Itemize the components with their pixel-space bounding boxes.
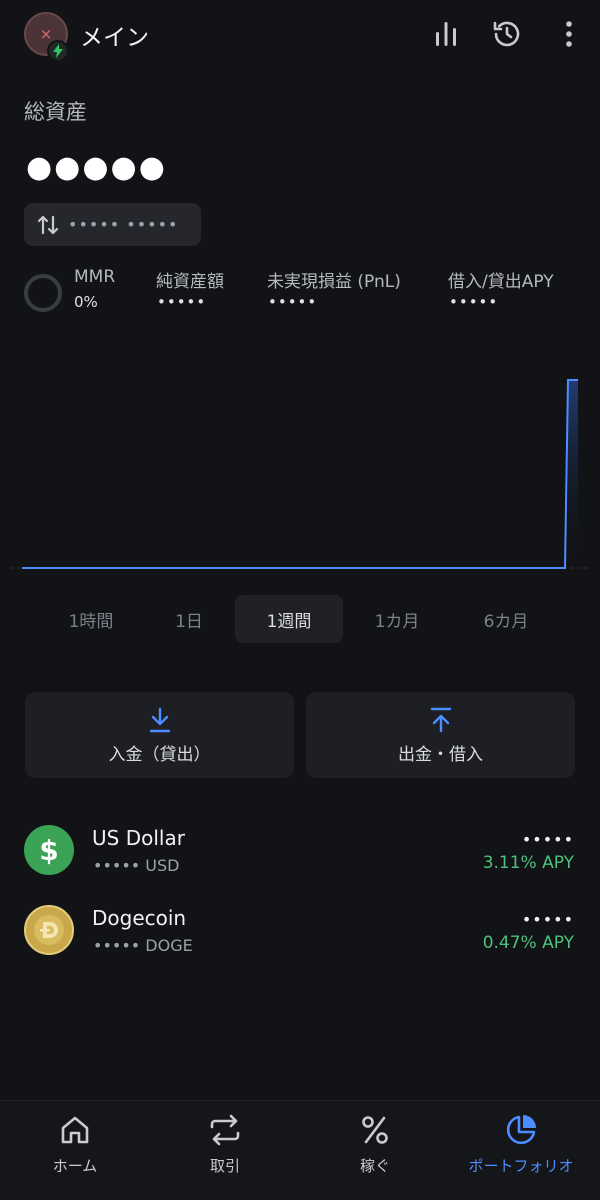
asset-name-doge[interactable]: Dogecoin (92, 906, 186, 930)
pie-chart-icon (506, 1115, 536, 1145)
chart-area (568, 380, 578, 568)
asset-name-usd[interactable]: US Dollar (92, 826, 185, 850)
asset-amount-doge: ••••• DOGE (93, 936, 193, 955)
deposit-button[interactable]: 入金（貸出） (25, 692, 294, 778)
stat-value-mmr: 0% (74, 293, 98, 311)
dollar-icon: $ (24, 825, 74, 875)
bottom-navigation: ホーム 取引 稼ぐ ポートフォリオ (0, 1100, 600, 1200)
stat-label-pnl: 未実現損益 (PnL) (267, 272, 401, 292)
avatar-mark-icon: × (39, 24, 53, 43)
swap-vertical-icon (37, 215, 59, 234)
percent-icon (362, 1116, 388, 1144)
range-1w[interactable]: 1週間 (235, 595, 343, 643)
nav-home-label: ホーム (52, 1157, 98, 1175)
withdraw-label: 出金・借入 (398, 744, 483, 765)
nav-home[interactable]: ホーム (0, 1113, 150, 1189)
deposit-label: 入金（貸出） (108, 744, 211, 765)
nav-earn-label: 稼ぐ (359, 1157, 390, 1175)
stats-icon[interactable] (429, 17, 463, 51)
stat-label-apy: 借入/貸出APY (448, 272, 554, 292)
range-6m[interactable]: 6カ月 (452, 595, 560, 643)
lightning-icon (47, 40, 69, 62)
asset-apy-doge: 0.47% APY (482, 933, 574, 953)
stat-label-mmr: MMR (74, 267, 116, 287)
more-icon[interactable] (552, 17, 586, 51)
asset-value-usd: ••••• (521, 830, 574, 849)
home-icon (61, 1116, 89, 1144)
time-range-selector: 1時間 1日 1週間 1カ月 6カ月 (0, 595, 600, 643)
total-assets-label: 総資産 (24, 100, 87, 124)
withdraw-button[interactable]: 出金・借入 (306, 692, 575, 778)
stat-value-apy: ••••• (449, 293, 499, 311)
range-1m[interactable]: 1カ月 (343, 595, 451, 643)
portfolio-chart (10, 379, 590, 569)
nav-trade[interactable]: 取引 (150, 1113, 300, 1189)
range-1d[interactable]: 1日 (135, 595, 243, 643)
asset-amount-usd: ••••• USD (93, 856, 180, 875)
upload-icon (430, 707, 451, 732)
account-title[interactable]: メイン (80, 18, 149, 52)
total-assets-value: ●●●●● (26, 150, 167, 185)
nav-portfolio-label: ポートフォリオ (468, 1157, 574, 1175)
asset-value-doge: ••••• (521, 910, 574, 929)
history-icon[interactable] (490, 17, 524, 51)
asset-apy-usd: 3.11% APY (482, 853, 574, 873)
stat-value-pnl: ••••• (268, 293, 318, 311)
dogecoin-icon (24, 905, 74, 955)
change-toggle[interactable]: ••••• ••••• (24, 203, 201, 246)
asset-values-usd: ••••• 3.11% APY (483, 830, 574, 873)
download-icon (149, 707, 170, 732)
mmr-gauge (24, 274, 62, 312)
stat-value-net-assets: ••••• (157, 293, 207, 311)
swap-icon (210, 1114, 240, 1146)
asset-values-doge: ••••• 0.47% APY (483, 910, 574, 953)
chart-line (22, 379, 578, 569)
nav-trade-label: 取引 (209, 1157, 240, 1175)
range-1h[interactable]: 1時間 (37, 595, 145, 643)
change-value: ••••• ••••• (68, 215, 179, 234)
nav-portfolio[interactable]: ポートフォリオ (446, 1113, 596, 1189)
nav-earn[interactable]: 稼ぐ (300, 1113, 450, 1189)
stat-label-net-assets: 純資産額 (156, 272, 224, 292)
